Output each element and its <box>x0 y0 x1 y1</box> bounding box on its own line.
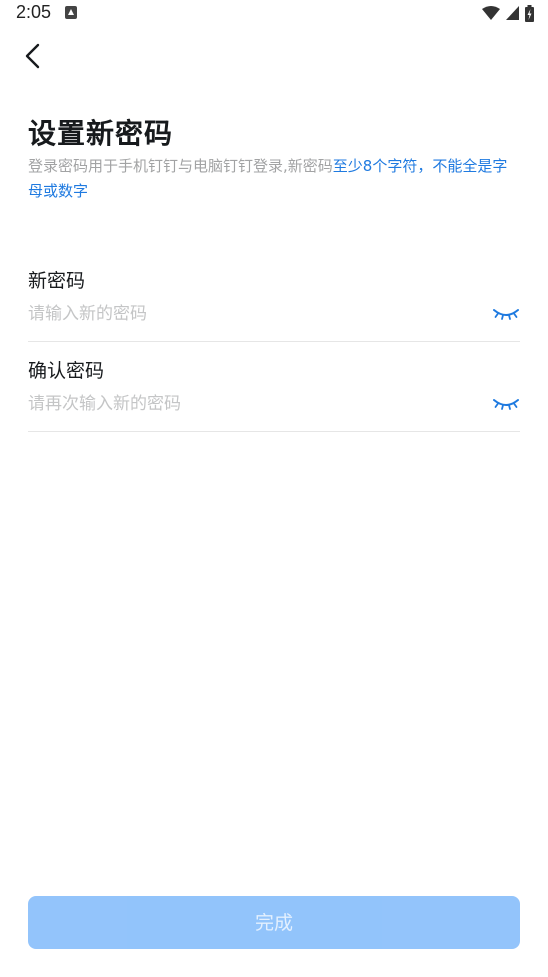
done-button[interactable]: 完成 <box>28 896 520 949</box>
done-button-label: 完成 <box>254 912 293 934</box>
page-description: 登录密码用于手机钉钉与电脑钉钉登录,新密码至少8个字符，不能全是字母或数字 <box>28 154 514 204</box>
confirm-password-visibility-toggle[interactable] <box>492 394 520 414</box>
cellular-signal-icon <box>506 6 519 20</box>
status-icons <box>482 4 534 22</box>
screen: 2:05 设置新密码 登录密码用于手机钉钉与电脑钉钉登录,新密码至少8个字符，不… <box>0 0 548 977</box>
new-password-input[interactable] <box>28 299 468 329</box>
new-password-label: 新密码 <box>28 270 86 292</box>
confirm-password-label: 确认密码 <box>28 360 105 382</box>
page-title: 设置新密码 <box>28 117 174 150</box>
description-text: 登录密码用于手机钉钉与电脑钉钉登录,新密码 <box>28 157 333 175</box>
status-bar: 2:05 <box>0 0 548 28</box>
new-password-visibility-toggle[interactable] <box>492 304 520 324</box>
status-time: 2:05 <box>16 2 52 22</box>
battery-charging-icon <box>525 4 534 22</box>
wifi-icon <box>482 6 500 20</box>
text-notification-icon <box>65 6 77 19</box>
eye-closed-icon <box>493 399 519 410</box>
chevron-left-icon <box>25 43 40 69</box>
eye-closed-icon <box>493 309 519 320</box>
new-password-field: 新密码 <box>28 266 520 342</box>
back-button[interactable] <box>18 40 50 72</box>
confirm-password-input[interactable] <box>28 389 468 419</box>
confirm-password-field: 确认密码 <box>28 356 520 432</box>
